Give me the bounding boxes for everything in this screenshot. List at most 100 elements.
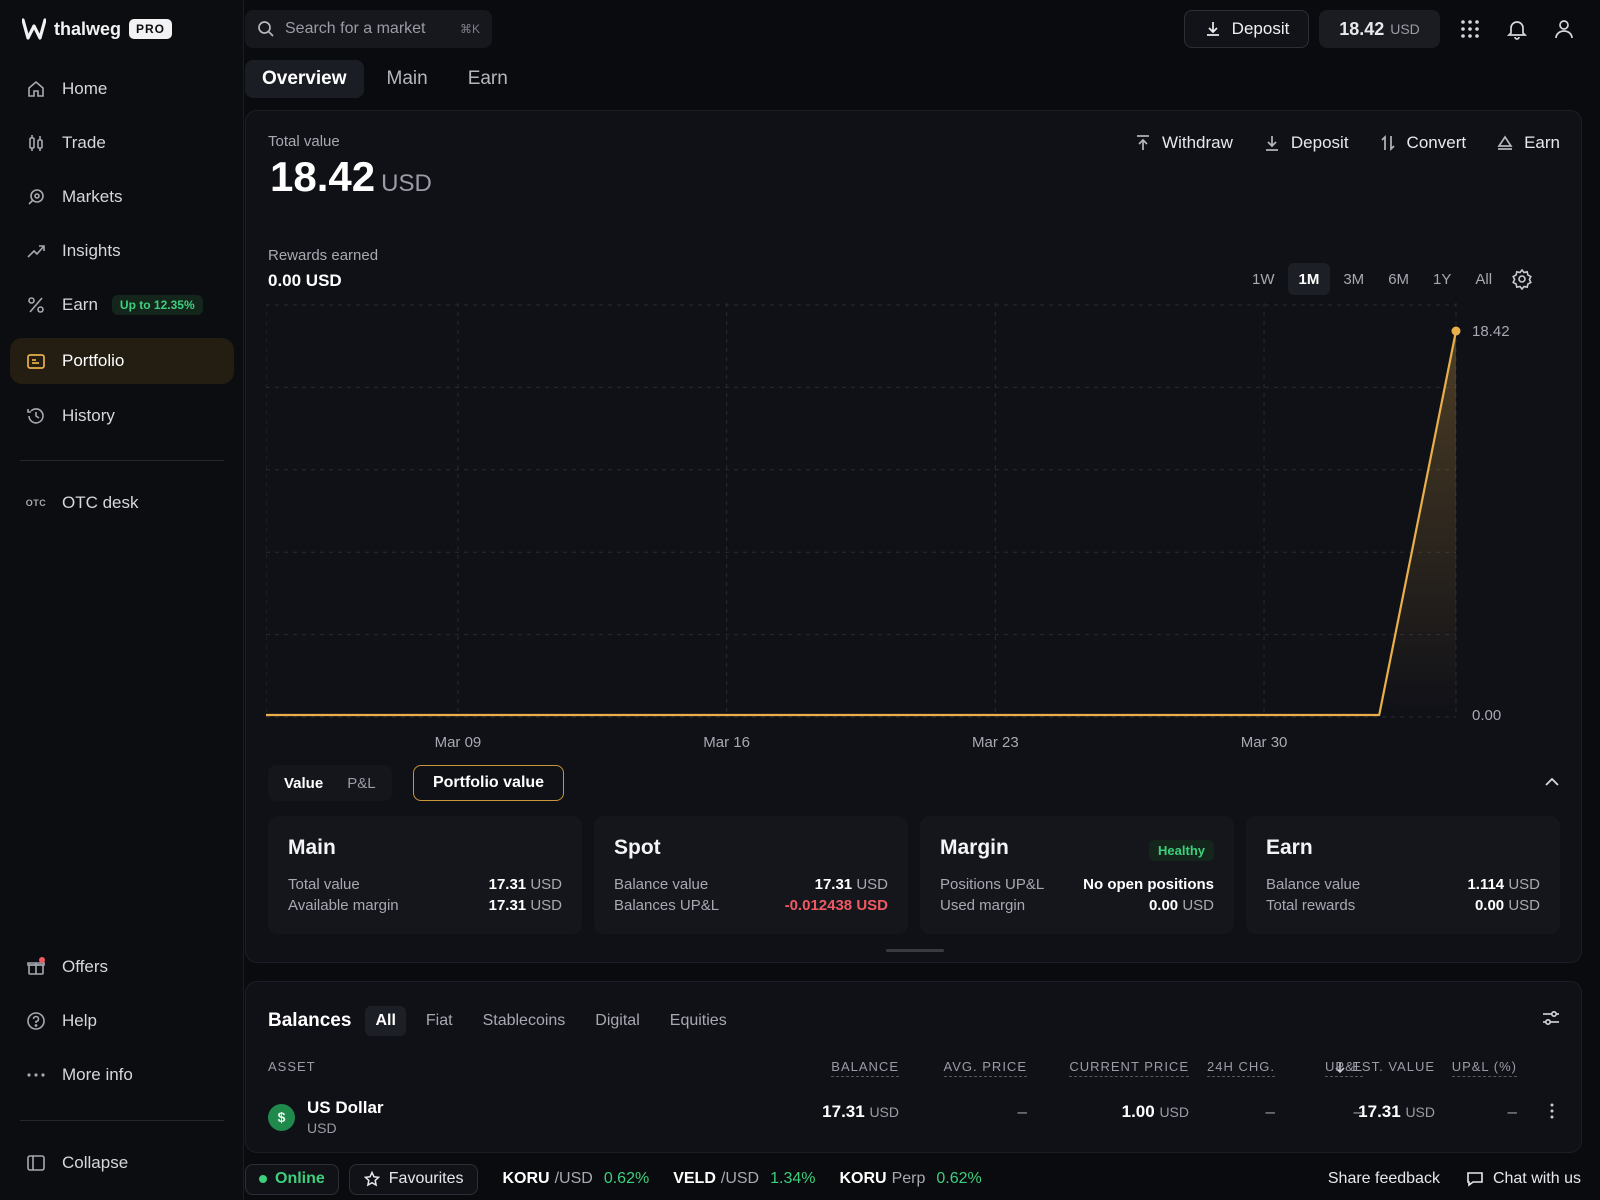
favourites-button[interactable]: Favourites bbox=[348, 1163, 479, 1195]
sidebar-collapse-button[interactable]: Collapse bbox=[10, 1140, 234, 1186]
home-icon bbox=[26, 79, 46, 99]
sidebar-item-portfolio[interactable]: Portfolio bbox=[10, 338, 234, 384]
cell-est-value-value: 17.31 bbox=[1358, 1102, 1401, 1121]
col-avg-price[interactable]: AVG. PRICE bbox=[943, 1059, 1027, 1077]
range-1m[interactable]: 1M bbox=[1287, 263, 1331, 295]
connection-status-label: Online bbox=[275, 1170, 325, 1187]
share-feedback-link[interactable]: Share feedback bbox=[1328, 1170, 1440, 1188]
more-dots-icon bbox=[26, 1065, 46, 1085]
earn-rate-badge: Up to 12.35% bbox=[111, 295, 203, 315]
sidebar-item-insights[interactable]: Insights bbox=[10, 228, 234, 274]
range-1w[interactable]: 1W bbox=[1241, 263, 1286, 295]
card-row: Positions UP&L No open positions bbox=[940, 874, 1214, 895]
portfolio-value-button[interactable]: Portfolio value bbox=[413, 765, 564, 801]
chat-button[interactable]: Chat with us bbox=[1466, 1170, 1581, 1188]
margin-account-card[interactable]: Margin Healthy Positions UP&L No open pos… bbox=[920, 816, 1234, 934]
account-user-icon[interactable] bbox=[1553, 18, 1575, 40]
tab-main[interactable]: Main bbox=[370, 60, 445, 98]
y-tick-label: 0.00 bbox=[1472, 707, 1501, 724]
header-balance[interactable]: 18.42 USD bbox=[1319, 10, 1440, 48]
wallet-icon bbox=[26, 351, 46, 371]
sidebar-item-offers[interactable]: Offers bbox=[10, 944, 234, 990]
sidebar-item-label: History bbox=[62, 406, 115, 425]
sidebar-item-label: Insights bbox=[62, 241, 121, 260]
sidebar-item-more-info[interactable]: More info bbox=[10, 1052, 234, 1098]
toggle-value[interactable]: Value bbox=[272, 768, 336, 798]
balances-title: Balances bbox=[268, 1010, 352, 1031]
sidebar-item-markets[interactable]: Markets bbox=[10, 174, 234, 220]
col-upl-pct[interactable]: UP&L (%) bbox=[1451, 1059, 1517, 1077]
main-account-card[interactable]: Main Total value 17.31 USD Available marg… bbox=[268, 816, 582, 934]
filter-all[interactable]: All bbox=[365, 1006, 406, 1036]
filter-digital[interactable]: Digital bbox=[585, 1006, 649, 1036]
filter-fiat[interactable]: Fiat bbox=[416, 1006, 463, 1036]
sidebar-item-label: Markets bbox=[62, 187, 123, 206]
row-menu-kebab-icon[interactable] bbox=[1549, 1102, 1555, 1120]
ticker-base: VELD bbox=[673, 1170, 716, 1187]
market-search-input[interactable]: Search for a market ⌘K bbox=[245, 10, 492, 48]
cell-current-price-value: 1.00 bbox=[1121, 1102, 1155, 1121]
sidebar-item-otc-desk[interactable]: OTC OTC desk bbox=[10, 480, 234, 526]
range-3m[interactable]: 3M bbox=[1332, 263, 1375, 295]
filter-equities[interactable]: Equities bbox=[660, 1006, 737, 1036]
favourites-label: Favourites bbox=[388, 1170, 464, 1187]
ticker-base: KORU bbox=[502, 1170, 550, 1187]
sidebar-item-label: Earn bbox=[62, 295, 98, 314]
sidebar-divider bbox=[20, 460, 224, 461]
value-pnl-toggle: Value P&L bbox=[268, 765, 392, 801]
ticker-koru-usd[interactable]: KORU/USD 0.62% bbox=[502, 1170, 649, 1188]
convert-label: Convert bbox=[1406, 133, 1467, 152]
percent-icon bbox=[26, 295, 46, 315]
range-1y[interactable]: 1Y bbox=[1422, 263, 1462, 295]
chat-bubble-icon bbox=[1467, 1172, 1483, 1187]
range-all[interactable]: All bbox=[1464, 263, 1503, 295]
col-balance[interactable]: BALANCE bbox=[831, 1059, 899, 1077]
brand-logo[interactable]: thalweg PRO bbox=[22, 16, 173, 42]
earn-account-card[interactable]: Earn Balance value 1.114 USD Total reward… bbox=[1246, 816, 1560, 934]
chevron-up-icon[interactable] bbox=[1543, 773, 1561, 791]
sidebar-item-home[interactable]: Home bbox=[10, 66, 234, 112]
withdraw-label: Withdraw bbox=[1162, 133, 1233, 152]
ticker-koru-perp[interactable]: KORU Perp 0.62% bbox=[839, 1170, 981, 1188]
table-settings-sliders-icon[interactable] bbox=[1541, 1008, 1561, 1028]
chat-label: Chat with us bbox=[1492, 1170, 1581, 1187]
filter-stablecoins[interactable]: Stablecoins bbox=[473, 1006, 576, 1036]
connection-status[interactable]: Online bbox=[245, 1163, 339, 1195]
header-deposit-button[interactable]: Deposit bbox=[1184, 10, 1309, 48]
table-row-asset[interactable]: $ US Dollar USD bbox=[268, 1098, 384, 1136]
sidebar-collapse-icon bbox=[26, 1153, 46, 1173]
col-upl[interactable]: UP&L bbox=[1325, 1059, 1363, 1077]
spot-account-card[interactable]: Spot Balance value 17.31 USD Balances UP&… bbox=[594, 816, 908, 934]
tab-earn[interactable]: Earn bbox=[451, 60, 525, 98]
cell-upl-pct: – bbox=[1507, 1102, 1517, 1121]
x-tick-label: Mar 30 bbox=[1241, 734, 1288, 751]
header-balance-value: 18.42 bbox=[1339, 18, 1385, 39]
sidebar-item-trade[interactable]: Trade bbox=[10, 120, 234, 166]
sidebar-item-earn[interactable]: Earn Up to 12.35% bbox=[10, 282, 234, 328]
header-deposit-label: Deposit bbox=[1231, 19, 1290, 38]
col-current-price[interactable]: CURRENT PRICE bbox=[1069, 1059, 1189, 1077]
col-24h-change[interactable]: 24H CHG. bbox=[1207, 1059, 1275, 1077]
cell-balance-unit: USD bbox=[869, 1104, 899, 1120]
apps-grid-icon[interactable] bbox=[1459, 18, 1481, 40]
col-asset: ASSET bbox=[268, 1059, 316, 1074]
tab-overview[interactable]: Overview bbox=[245, 60, 364, 98]
earn-button[interactable]: Earn bbox=[1496, 133, 1560, 153]
card-row-label: Balance value bbox=[1266, 876, 1361, 893]
convert-button[interactable]: Convert bbox=[1379, 133, 1467, 153]
range-6m[interactable]: 6M bbox=[1377, 263, 1420, 295]
sidebar-item-help[interactable]: Help bbox=[10, 998, 234, 1044]
pro-badge: PRO bbox=[129, 19, 173, 39]
panel-resize-handle[interactable] bbox=[886, 949, 944, 952]
toggle-pnl[interactable]: P&L bbox=[335, 768, 387, 798]
deposit-button[interactable]: Deposit bbox=[1263, 133, 1349, 153]
time-range-selector: 1W 1M 3M 6M 1Y All bbox=[1241, 263, 1533, 295]
gift-icon bbox=[26, 957, 46, 977]
download-icon bbox=[1265, 136, 1278, 151]
notifications-bell-icon[interactable] bbox=[1506, 18, 1528, 40]
ticker-veld-usd[interactable]: VELD/USD 1.34% bbox=[673, 1170, 815, 1188]
card-row-label: Total rewards bbox=[1266, 897, 1356, 914]
sidebar-item-history[interactable]: History bbox=[10, 393, 234, 439]
withdraw-button[interactable]: Withdraw bbox=[1134, 133, 1233, 153]
chart-settings-gear-icon[interactable] bbox=[1511, 268, 1533, 290]
